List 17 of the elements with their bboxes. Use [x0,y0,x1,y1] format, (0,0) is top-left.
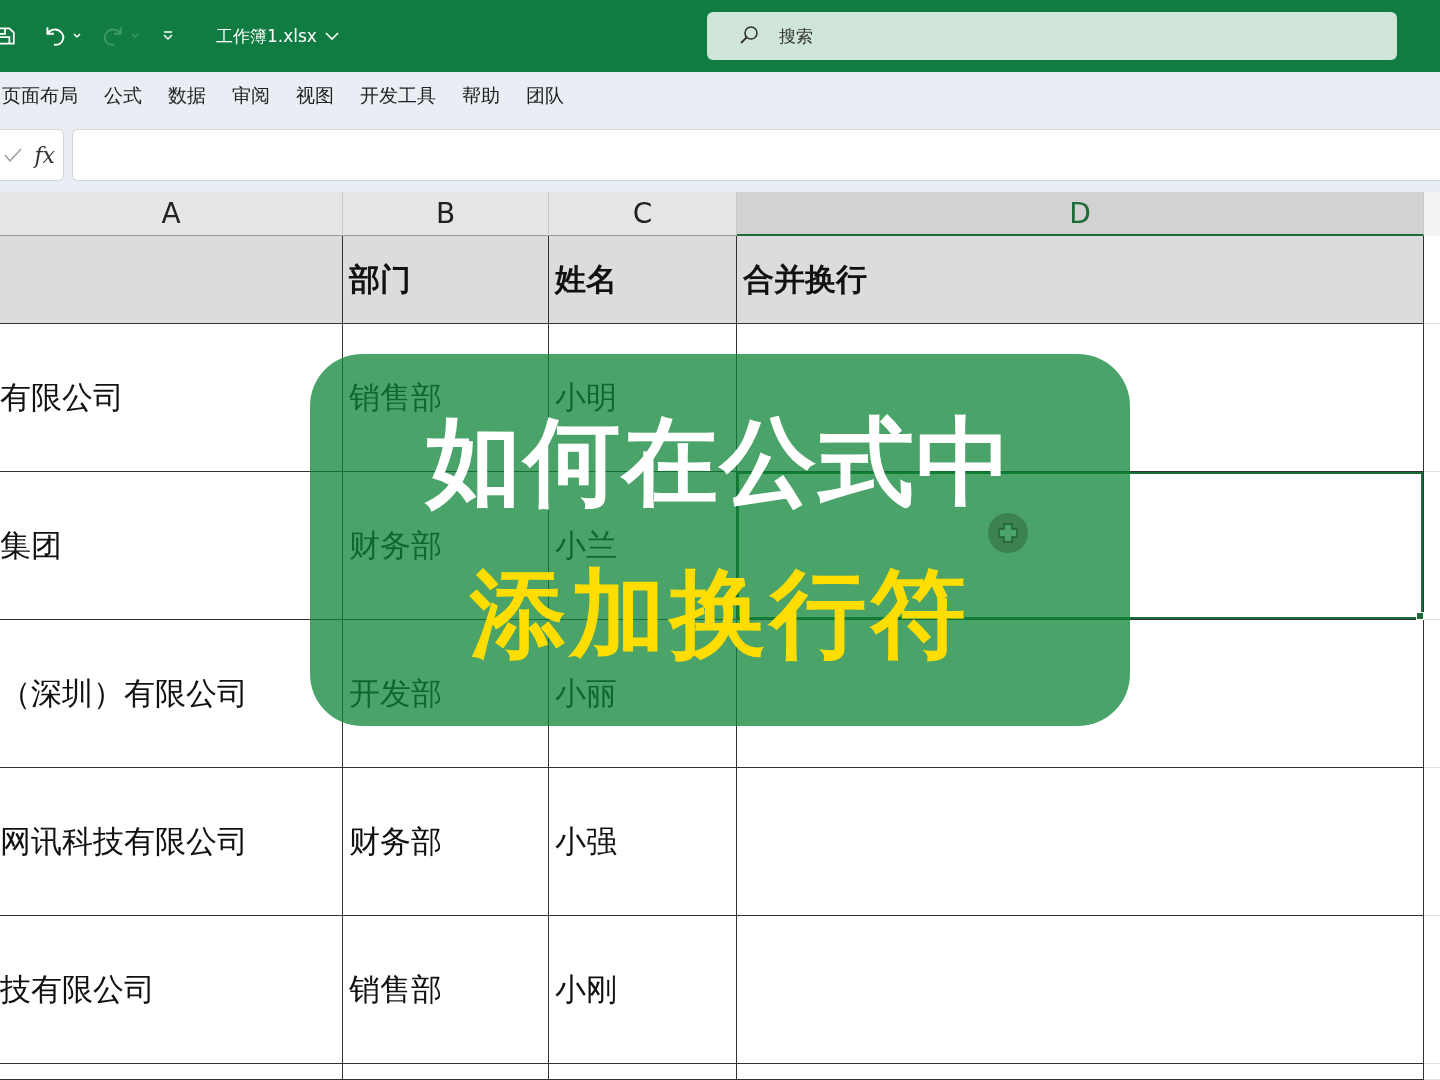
table-cell-text: （深圳）有限公司 [0,673,248,713]
table-cell-text: 小兰 [555,525,617,565]
table-cell-text: 小丽 [555,673,617,713]
table-cell-text: 网讯科技有限公司 [0,821,248,861]
table-cell-text: 集团 [0,525,62,565]
table-cell-text: 销售部 [349,969,442,1009]
table-cell-text: 姓名 [555,259,617,299]
table-cell-text: 财务部 [349,525,442,565]
table-cell-text: 小明 [555,377,617,417]
table-cell-text: 部门 [349,259,411,299]
table-cell-text: 开发部 [349,673,442,713]
table-cell-text: 小强 [555,821,617,861]
table-cell-text: 小刚 [555,969,617,1009]
table-cell-text: 财务部 [349,821,442,861]
table-cell-text: 有限公司 [0,377,124,417]
table-cell-text: 合并换行 [743,259,867,299]
table-cell-text: 技有限公司 [0,969,155,1009]
